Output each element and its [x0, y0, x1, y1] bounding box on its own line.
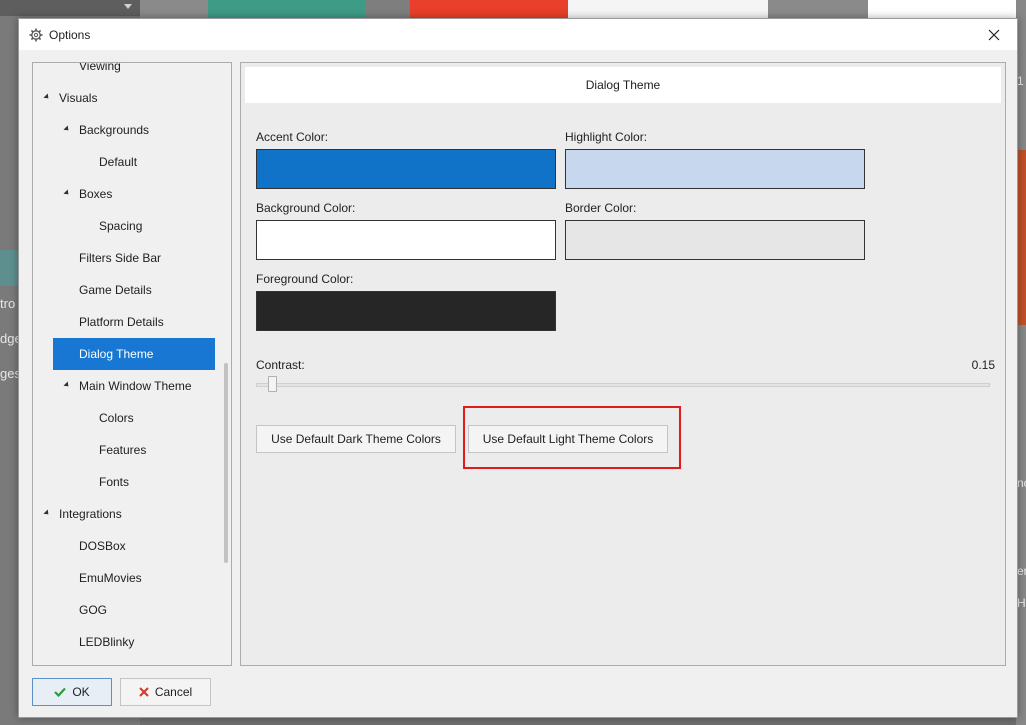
background-text: tro: [0, 296, 16, 311]
tree-item-main-window-theme[interactable]: Main Window Theme: [33, 370, 223, 402]
background-text: er: [1017, 564, 1026, 578]
background-game-art: [868, 0, 1026, 18]
gear-icon: [29, 28, 43, 42]
expander-arrow-icon[interactable]: [63, 189, 71, 197]
background-game-art: [1018, 150, 1026, 325]
tree-item-label: Boxes: [79, 187, 113, 201]
highlight-color-label: Highlight Color:: [565, 130, 648, 144]
tree-item-label: LEDBlinky: [79, 635, 135, 649]
tree-item-label: Main Window Theme: [79, 379, 192, 393]
background-selection: [0, 250, 18, 286]
tree-item-label: Platform Details: [79, 315, 164, 329]
tree-item-boxes[interactable]: Boxes: [33, 178, 223, 210]
tree-item-emumovies[interactable]: EmuMovies: [33, 562, 223, 594]
background-game-art: [568, 0, 768, 18]
background-strip: [366, 0, 410, 18]
background-color-label: Background Color:: [256, 201, 356, 215]
background-text: nc: [1017, 476, 1026, 490]
cancel-label: Cancel: [154, 685, 193, 699]
close-button[interactable]: [971, 19, 1017, 50]
tree-item-label: DOSBox: [79, 539, 126, 553]
tree-item-label: Visuals: [59, 91, 98, 105]
tree-item-label: Colors: [99, 411, 134, 425]
contrast-slider-track[interactable]: [256, 383, 990, 387]
section-header: Dialog Theme: [245, 67, 1001, 103]
cancel-button[interactable]: Cancel: [120, 678, 211, 706]
dialog-theme-panel: Dialog Theme Accent Color: Highlight Col…: [240, 62, 1006, 666]
background-strip: [768, 0, 868, 18]
cancel-icon: [139, 687, 149, 697]
tree-item-label: Features: [99, 443, 147, 457]
close-icon: [988, 29, 1000, 40]
tree-item-dialog-theme[interactable]: Dialog Theme: [53, 338, 215, 370]
expander-arrow-icon[interactable]: [63, 125, 71, 133]
tree-item-colors[interactable]: Colors: [33, 402, 223, 434]
tree-item-label: EmuMovies: [79, 571, 142, 585]
chevron-down-icon: [124, 4, 132, 9]
highlight-color-swatch[interactable]: [565, 149, 865, 189]
expander-arrow-icon[interactable]: [43, 509, 51, 517]
window-title: Options: [49, 27, 91, 42]
use-default-light-theme-button[interactable]: Use Default Light Theme Colors: [468, 425, 668, 453]
contrast-slider-thumb[interactable]: [268, 376, 277, 392]
border-color-swatch[interactable]: [565, 220, 865, 260]
tree-item-label: Fonts: [99, 475, 130, 489]
contrast-label: Contrast:: [256, 358, 305, 372]
background-color-swatch[interactable]: [256, 220, 556, 260]
tree-item-ledblinky[interactable]: LEDBlinky: [33, 626, 223, 658]
background-game-art: [410, 0, 568, 18]
tree-scrollbar[interactable]: [224, 363, 228, 563]
ok-label: OK: [72, 685, 90, 699]
tree-item-game-details[interactable]: Game Details: [33, 274, 223, 306]
contrast-value: 0.15: [971, 358, 995, 372]
title-bar[interactable]: Options: [19, 19, 1017, 50]
background-text: H: [1017, 596, 1026, 610]
tree-item-backgrounds[interactable]: Backgrounds: [33, 114, 223, 146]
tree-item-label: Dialog Theme: [79, 347, 154, 361]
tree-item-label: Backgrounds: [79, 123, 150, 137]
options-tree[interactable]: Viewing Visuals Backgrounds Default Boxes Spa…: [32, 62, 232, 666]
tree-item-dosbox[interactable]: DOSBox: [33, 530, 223, 562]
tree-item-default[interactable]: Default: [33, 146, 223, 178]
tree-item-label: Default: [99, 155, 138, 169]
checkmark-icon: [54, 687, 67, 697]
tree-item-spacing[interactable]: Spacing: [33, 210, 223, 242]
tree-item-label: Game Details: [79, 283, 152, 297]
tree-item-label: Integrations: [59, 507, 122, 521]
accent-color-swatch[interactable]: [256, 149, 556, 189]
foreground-color-label: Foreground Color:: [256, 272, 354, 286]
tree-item-fonts[interactable]: Fonts: [33, 466, 223, 498]
foreground-color-swatch[interactable]: [256, 291, 556, 331]
background-text: 1: [1017, 74, 1024, 88]
section-title: Dialog Theme: [585, 78, 661, 92]
use-default-dark-theme-button[interactable]: Use Default Dark Theme Colors: [256, 425, 456, 453]
tree-item-visuals[interactable]: Visuals: [33, 82, 223, 114]
accent-color-label: Accent Color:: [256, 130, 329, 144]
tree-item-label: Filters Side Bar: [79, 251, 162, 265]
tree-item-label: Viewing: [79, 62, 121, 73]
background-combo: [0, 0, 140, 16]
border-color-label: Border Color:: [565, 201, 637, 215]
ok-button[interactable]: OK: [32, 678, 112, 706]
tree-item-label: GOG: [79, 603, 108, 617]
tree-item-platform-details[interactable]: Platform Details: [33, 306, 223, 338]
tree-item-gog[interactable]: GOG: [33, 594, 223, 626]
tree-item-integrations[interactable]: Integrations: [33, 498, 223, 530]
background-strip: [140, 0, 208, 18]
tree-item-features[interactable]: Features: [33, 434, 223, 466]
tree-item-filters-side-bar[interactable]: Filters Side Bar: [33, 242, 223, 274]
tree-item-label: Spacing: [99, 219, 143, 233]
tree-item-viewing[interactable]: Viewing: [33, 62, 223, 82]
options-dialog: Options Viewing Visuals Backgrounds Default…: [18, 18, 1018, 718]
background-game-art: [208, 0, 366, 18]
expander-arrow-icon[interactable]: [63, 381, 71, 389]
expander-arrow-icon[interactable]: [43, 93, 51, 101]
